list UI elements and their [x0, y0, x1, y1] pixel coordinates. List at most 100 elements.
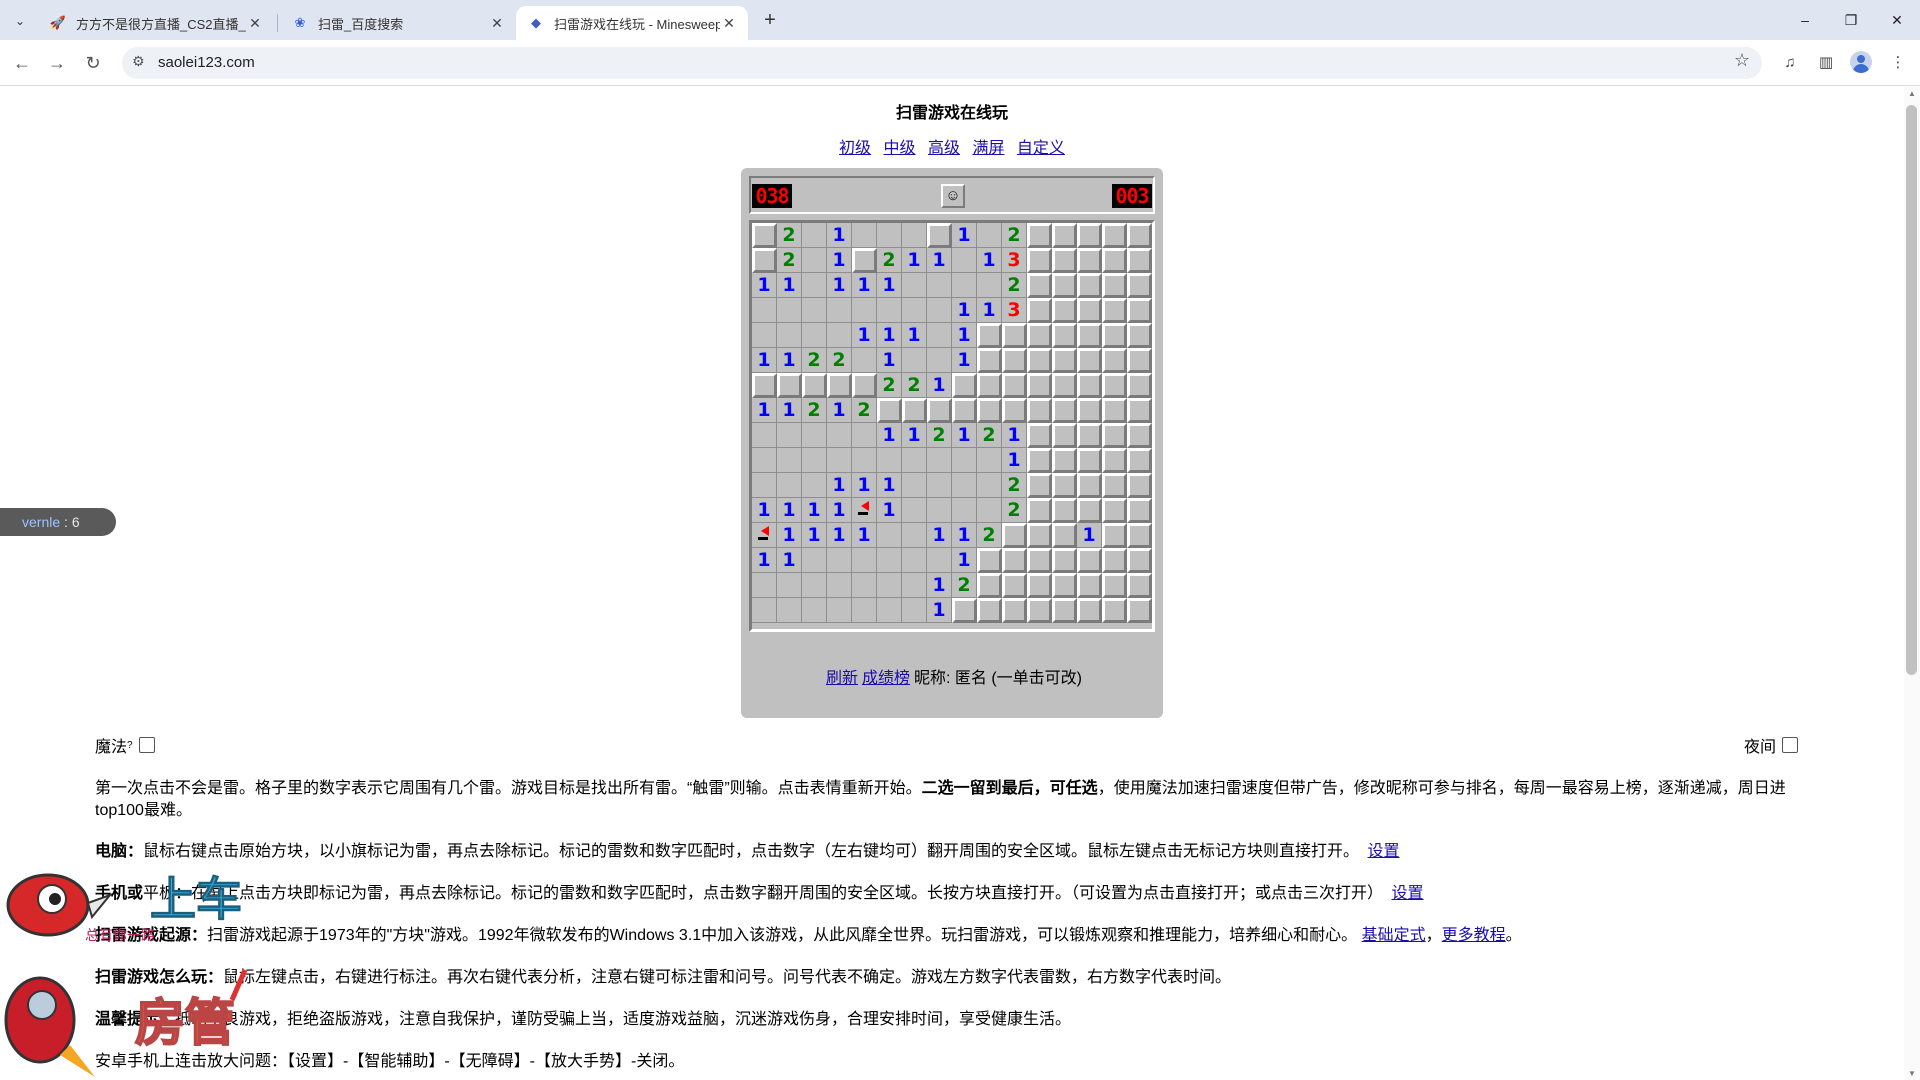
empty-cell[interactable]	[877, 223, 902, 248]
unopened-cell[interactable]	[1027, 598, 1052, 623]
number-cell[interactable]: 1	[777, 523, 802, 548]
number-cell[interactable]: 2	[1002, 473, 1027, 498]
empty-cell[interactable]	[902, 273, 927, 298]
unopened-cell[interactable]	[1127, 548, 1152, 573]
page-scrollbar[interactable]: ▲ ▼	[1904, 87, 1920, 1080]
empty-cell[interactable]	[902, 548, 927, 573]
unopened-cell[interactable]	[1052, 473, 1077, 498]
number-cell[interactable]: 1	[952, 548, 977, 573]
empty-cell[interactable]	[952, 498, 977, 523]
unopened-cell[interactable]	[927, 398, 952, 423]
unopened-cell[interactable]	[977, 598, 1002, 623]
unopened-cell[interactable]	[1027, 523, 1052, 548]
unopened-cell[interactable]	[1127, 523, 1152, 548]
unopened-cell[interactable]	[1002, 573, 1027, 598]
number-cell[interactable]: 1	[752, 273, 777, 298]
unopened-cell[interactable]	[1052, 323, 1077, 348]
number-cell[interactable]: 1	[802, 523, 827, 548]
number-cell[interactable]: 1	[952, 298, 977, 323]
unopened-cell[interactable]	[1052, 223, 1077, 248]
number-cell[interactable]: 1	[852, 473, 877, 498]
number-cell[interactable]: 1	[777, 498, 802, 523]
unopened-cell[interactable]	[1052, 248, 1077, 273]
number-cell[interactable]: 1	[827, 398, 852, 423]
unopened-cell[interactable]	[952, 373, 977, 398]
menu-dots-icon[interactable]: ⋮	[1885, 50, 1911, 76]
unopened-cell[interactable]	[1102, 448, 1127, 473]
empty-cell[interactable]	[852, 448, 877, 473]
number-cell[interactable]: 1	[752, 398, 777, 423]
unopened-cell[interactable]	[1077, 323, 1102, 348]
unopened-cell[interactable]	[1102, 523, 1127, 548]
number-cell[interactable]: 1	[902, 423, 927, 448]
number-cell[interactable]: 2	[977, 423, 1002, 448]
number-cell[interactable]: 1	[777, 348, 802, 373]
empty-cell[interactable]	[852, 548, 877, 573]
empty-cell[interactable]	[902, 498, 927, 523]
number-cell[interactable]: 1	[777, 398, 802, 423]
unopened-cell[interactable]	[1027, 398, 1052, 423]
unopened-cell[interactable]	[1127, 598, 1152, 623]
empty-cell[interactable]	[877, 573, 902, 598]
number-cell[interactable]: 1	[927, 373, 952, 398]
empty-cell[interactable]	[952, 273, 977, 298]
unopened-cell[interactable]	[852, 373, 877, 398]
number-cell[interactable]: 1	[1077, 523, 1102, 548]
number-cell[interactable]: 1	[852, 323, 877, 348]
unopened-cell[interactable]	[1077, 373, 1102, 398]
empty-cell[interactable]	[777, 298, 802, 323]
number-cell[interactable]: 1	[877, 423, 902, 448]
empty-cell[interactable]	[802, 223, 827, 248]
unopened-cell[interactable]	[852, 248, 877, 273]
unopened-cell[interactable]	[1027, 498, 1052, 523]
unopened-cell[interactable]	[1027, 448, 1052, 473]
unopened-cell[interactable]	[1077, 573, 1102, 598]
number-cell[interactable]: 2	[1002, 273, 1027, 298]
unopened-cell[interactable]	[1052, 598, 1077, 623]
scroll-down-icon[interactable]: ▼	[1907, 1069, 1917, 1078]
unopened-cell[interactable]	[1027, 548, 1052, 573]
unopened-cell[interactable]	[1127, 273, 1152, 298]
number-cell[interactable]: 1	[927, 248, 952, 273]
unopened-cell[interactable]	[1127, 573, 1152, 598]
number-cell[interactable]: 1	[752, 498, 777, 523]
unopened-cell[interactable]	[952, 398, 977, 423]
empty-cell[interactable]	[777, 423, 802, 448]
empty-cell[interactable]	[927, 473, 952, 498]
number-cell[interactable]: 1	[952, 348, 977, 373]
address-bar[interactable]: ⚙ saolei123.com ☆	[122, 47, 1762, 79]
unopened-cell[interactable]	[1077, 473, 1102, 498]
unopened-cell[interactable]	[1052, 448, 1077, 473]
tab-search-chevron-icon[interactable]: ⌄	[8, 10, 32, 32]
level-beginner-link[interactable]: 初级	[839, 140, 871, 157]
number-cell[interactable]: 1	[1002, 423, 1027, 448]
empty-cell[interactable]	[977, 273, 1002, 298]
unopened-cell[interactable]	[1102, 598, 1127, 623]
number-cell[interactable]: 1	[827, 498, 852, 523]
unopened-cell[interactable]	[1102, 398, 1127, 423]
empty-cell[interactable]	[752, 598, 777, 623]
empty-cell[interactable]	[927, 548, 952, 573]
number-cell[interactable]: 2	[902, 373, 927, 398]
empty-cell[interactable]	[752, 448, 777, 473]
unopened-cell[interactable]	[1027, 423, 1052, 448]
unopened-cell[interactable]	[1102, 498, 1127, 523]
site-info-icon[interactable]: ⚙	[132, 53, 145, 70]
empty-cell[interactable]	[877, 548, 902, 573]
empty-cell[interactable]	[827, 423, 852, 448]
refresh-link[interactable]: 刷新	[826, 670, 858, 687]
unopened-cell[interactable]	[1102, 223, 1127, 248]
unopened-cell[interactable]	[1052, 273, 1077, 298]
more-tutorials-link[interactable]: 更多教程	[1442, 927, 1506, 944]
empty-cell[interactable]	[852, 598, 877, 623]
unopened-cell[interactable]	[1077, 498, 1102, 523]
unopened-cell[interactable]	[1077, 223, 1102, 248]
unopened-cell[interactable]	[1027, 248, 1052, 273]
number-cell[interactable]: 1	[852, 523, 877, 548]
reload-icon[interactable]: ↻	[80, 50, 106, 76]
unopened-cell[interactable]	[1102, 548, 1127, 573]
night-checkbox[interactable]	[1782, 737, 1799, 753]
number-cell[interactable]: 1	[827, 248, 852, 273]
number-cell[interactable]: 2	[1002, 223, 1027, 248]
level-custom-link[interactable]: 自定义	[1017, 140, 1065, 157]
